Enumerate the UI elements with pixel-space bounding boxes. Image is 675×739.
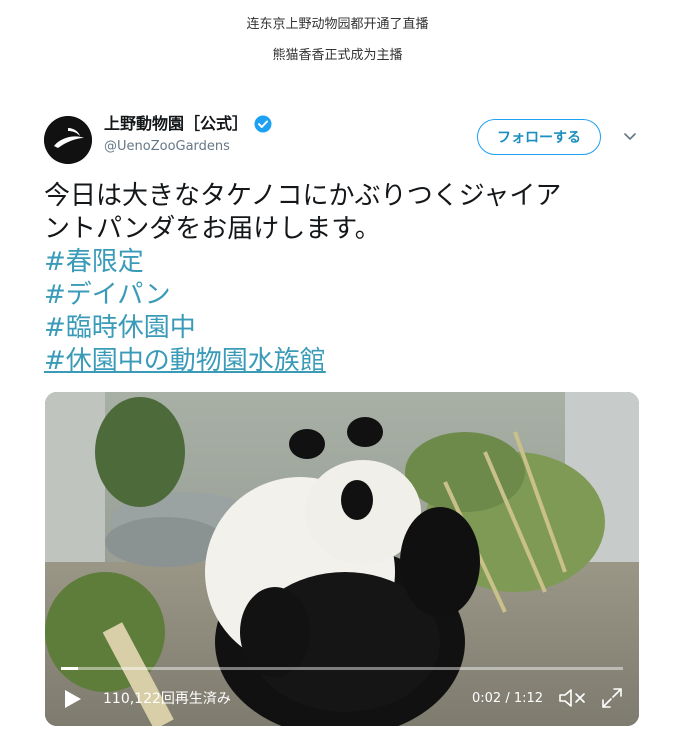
author-handle[interactable]: @UenoZooGardens [104, 138, 272, 156]
video-controls: 110,122回再生済み 0:02 / 1:12 [45, 678, 639, 718]
progress-bar[interactable] [61, 667, 623, 670]
mute-icon[interactable] [558, 687, 588, 709]
chevron-down-icon[interactable] [622, 128, 638, 144]
tweet-text: 今日は大きなタケノコにかぶりつくジャイア ントパンダをお届けします。 #春限定 … [44, 180, 642, 378]
fullscreen-icon[interactable] [601, 687, 623, 709]
video-player[interactable]: 110,122回再生済み 0:02 / 1:12 [45, 392, 639, 726]
article-line-1: 连东京上野动物园都开通了直播 [246, 17, 429, 32]
tweet-text-line-2: ントパンダをお届けします。 [44, 214, 381, 244]
author-name-link[interactable]: 上野動物園［公式］ [104, 114, 272, 134]
author-block: 上野動物園［公式］ @UenoZooGardens [104, 114, 272, 156]
follow-button[interactable]: フォローする [477, 119, 601, 155]
video-time: 0:02 / 1:12 [472, 691, 544, 706]
verified-badge-icon [254, 115, 272, 133]
hashtag-link[interactable]: #休園中の動物園水族館 [44, 345, 642, 378]
view-count: 110,122回再生済み [103, 691, 231, 707]
progress-fill [61, 667, 78, 670]
hashtag-link[interactable]: #春限定 [44, 246, 642, 279]
play-icon[interactable] [61, 688, 83, 710]
tweet-text-line-1: 今日は大きなタケノコにかぶりつくジャイア [44, 181, 562, 211]
author-name: 上野動物園［公式］ [104, 114, 249, 133]
panda-video-frame [45, 392, 639, 726]
hashtag-link[interactable]: #臨時休園中 [44, 312, 642, 345]
hashtag-link[interactable]: #デイパン [44, 279, 642, 312]
ueno-zoo-logo-icon [44, 116, 92, 164]
article-line-2: 熊猫香香正式成为主播 [272, 48, 403, 63]
avatar[interactable] [44, 116, 92, 164]
